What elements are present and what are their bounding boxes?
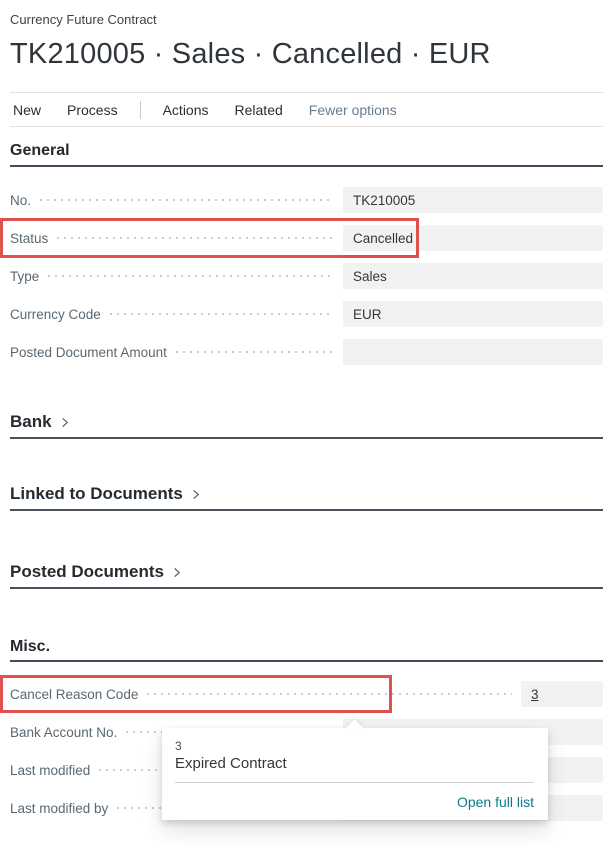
field-row-status: Status Cancelled: [10, 225, 603, 251]
action-new[interactable]: New: [13, 102, 41, 118]
field-value-cancel-reason-code[interactable]: 3: [521, 681, 603, 707]
action-bar: New Process Actions Related Fewer option…: [10, 93, 603, 127]
field-row-no: No. TK210005: [10, 187, 603, 213]
currency-future-contract-page: Currency Future Contract TK210005 · Sale…: [0, 12, 603, 821]
field-value-text: EUR: [353, 307, 382, 322]
lookup-dropdown: 3 Expired Contract Open full list: [162, 728, 548, 820]
dot-leader: [110, 313, 334, 315]
section-heading-bank[interactable]: Bank: [10, 411, 603, 439]
fewer-options-button[interactable]: Fewer options: [309, 102, 397, 118]
chevron-right-icon: [190, 489, 201, 500]
field-value-text: 3: [531, 687, 539, 702]
page-title: TK210005 · Sales · Cancelled · EUR: [10, 36, 603, 72]
action-actions[interactable]: Actions: [163, 102, 209, 118]
dot-leader: [48, 275, 334, 277]
field-label: Type: [10, 269, 39, 284]
section-heading-posted-documents[interactable]: Posted Documents: [10, 561, 603, 589]
action-bar-divider: [140, 101, 141, 119]
section-heading-label: Bank: [10, 411, 52, 432]
field-row-posted-document-amount: Posted Document Amount: [10, 339, 603, 365]
field-label: Last modified by: [10, 801, 108, 816]
field-value-posted-document-amount[interactable]: [343, 339, 603, 365]
field-value-text: Sales: [353, 269, 387, 284]
field-value-currency-code[interactable]: EUR: [343, 301, 603, 327]
field-value-text: TK210005: [353, 193, 415, 208]
lookup-option[interactable]: 3 Expired Contract: [175, 739, 534, 773]
section-heading-linked-to-documents[interactable]: Linked to Documents: [10, 483, 603, 511]
field-label: Cancel Reason Code: [10, 687, 138, 702]
field-value-text: Cancelled: [353, 231, 413, 246]
field-label: Posted Document Amount: [10, 345, 167, 360]
action-process[interactable]: Process: [67, 102, 118, 118]
field-label: Status: [10, 231, 48, 246]
chevron-right-icon: [171, 567, 182, 578]
section-heading-general[interactable]: General: [10, 141, 603, 167]
field-row-cancel-reason-code: Cancel Reason Code 3: [10, 681, 603, 707]
section-heading-label: Posted Documents: [10, 561, 164, 582]
dot-leader: [176, 351, 334, 353]
chevron-right-icon: [59, 417, 70, 428]
dot-leader: [40, 199, 334, 201]
action-related[interactable]: Related: [235, 102, 283, 118]
section-heading-label: Linked to Documents: [10, 483, 183, 504]
popup-footer: Open full list: [175, 794, 534, 812]
open-full-list-link[interactable]: Open full list: [457, 794, 534, 810]
lookup-option-description: Expired Contract: [175, 755, 534, 773]
lookup-option-code: 3: [175, 739, 534, 753]
dot-leader: [147, 693, 512, 695]
dot-leader: [57, 237, 334, 239]
field-value-status[interactable]: Cancelled: [343, 225, 603, 251]
popup-divider: [175, 782, 534, 783]
field-label: Bank Account No.: [10, 725, 117, 740]
field-value-no[interactable]: TK210005: [343, 187, 603, 213]
page-context-title: Currency Future Contract: [10, 12, 603, 27]
field-label: Currency Code: [10, 307, 101, 322]
general-fields: No. TK210005 Status Cancelled Type Sales…: [10, 187, 603, 365]
field-row-type: Type Sales: [10, 263, 603, 289]
field-row-currency-code: Currency Code EUR: [10, 301, 603, 327]
field-label: Last modified: [10, 763, 90, 778]
field-label: No.: [10, 193, 31, 208]
field-value-type[interactable]: Sales: [343, 263, 603, 289]
section-heading-misc[interactable]: Misc.: [10, 637, 603, 662]
